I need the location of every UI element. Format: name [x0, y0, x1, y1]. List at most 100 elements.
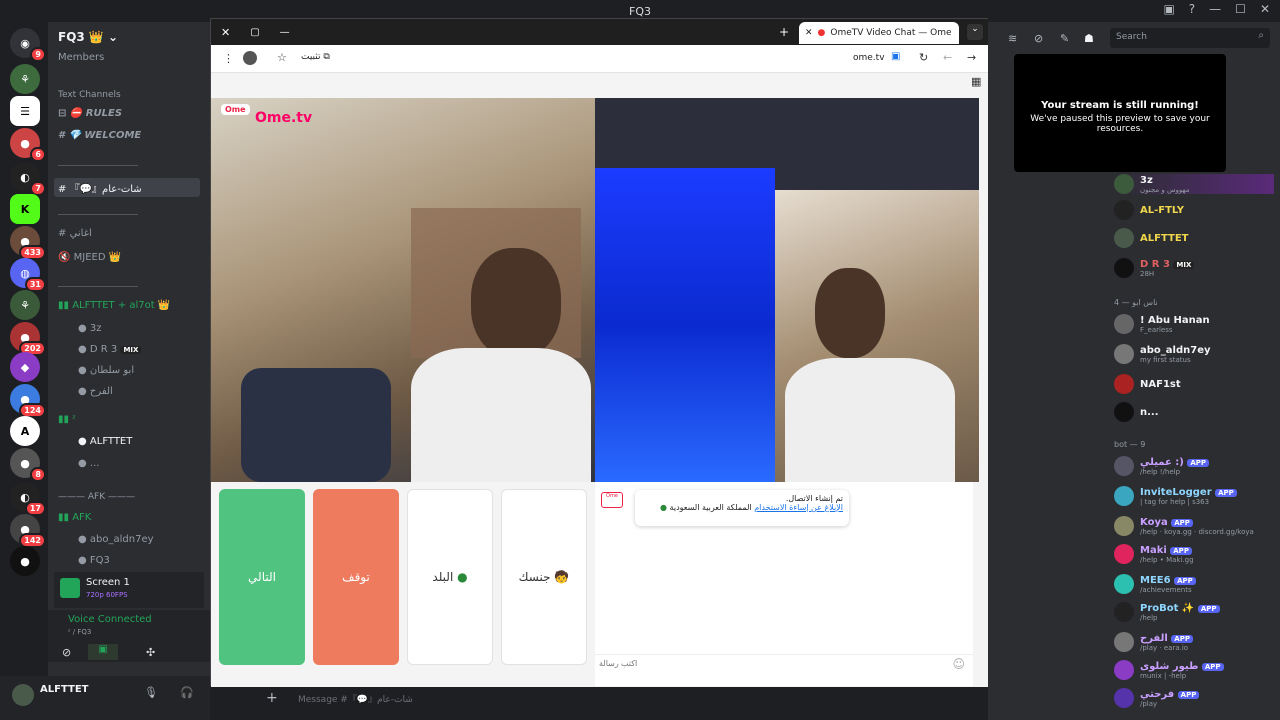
emoji-icon[interactable]: ☺ — [952, 657, 965, 671]
voice-channel-2[interactable]: ▮▮ ᶻ — [58, 414, 76, 425]
server-icon[interactable]: ◍ 31 — [10, 258, 46, 292]
inbox-icon[interactable]: ▣ — [1163, 2, 1174, 16]
bot-item[interactable]: عميلي :) APP/help !/help — [1114, 456, 1210, 476]
menu-icon[interactable]: ⋮ — [223, 52, 234, 65]
microphone-icon[interactable]: 🎙 — [144, 686, 158, 699]
server-icon[interactable]: ● 6 — [10, 128, 46, 162]
pin-icon[interactable]: ✎ — [1060, 32, 1069, 45]
bot-item[interactable]: Koya APP/help · koya.gg · discord.gg/koy… — [1114, 516, 1254, 536]
member-item[interactable]: ! Abu Hanan F_earless — [1114, 314, 1210, 334]
report-abuse-link[interactable]: الإبلاغ عن إساءة الاستخدام — [754, 503, 843, 512]
tab-ometv[interactable]: ✕ ● OmeTV Video Chat — Ome — [799, 22, 959, 44]
message-input[interactable]: Message #『💬』شات-عام — [298, 692, 413, 705]
server-icon[interactable]: ● 142 — [10, 514, 46, 548]
channel-general[interactable]: # 『💬』شات-عام — [54, 178, 200, 197]
restore-icon[interactable]: ▢ — [250, 27, 259, 38]
avatar[interactable] — [12, 684, 34, 706]
members-toggle-icon[interactable]: ☗ — [1084, 32, 1094, 45]
server-name[interactable]: FQ3 👑 ⌄ — [58, 30, 118, 44]
channel-rules[interactable]: ⊟ ⛔ RULES — [58, 108, 122, 119]
maximize-button[interactable]: ☐ — [1235, 2, 1246, 16]
server-icon[interactable]: ● 124 — [10, 384, 46, 418]
profile-icon[interactable] — [243, 51, 257, 65]
voice-user[interactable]: ● abo_aldn7ey — [78, 534, 154, 545]
url-field[interactable]: ome.tv — [853, 53, 885, 63]
screen-share-panel[interactable]: Screen 1 720p 60FPS — [54, 572, 204, 608]
member-item[interactable]: 3z مهووس و مجنون — [1114, 174, 1274, 194]
close-button[interactable]: ✕ — [1260, 2, 1270, 16]
channel-welcome[interactable]: # 💎 WELCOME — [58, 130, 141, 141]
close-tab-icon[interactable]: ✕ — [805, 28, 813, 38]
server-icon[interactable]: ⚘ — [10, 64, 40, 94]
voice-connected-label[interactable]: Voice Connected — [68, 614, 152, 625]
bookmark-star-icon[interactable]: ☆ — [277, 51, 287, 64]
server-icon[interactable]: ● 202 — [10, 322, 46, 356]
minimize-button[interactable]: — — [1209, 2, 1221, 16]
help-icon[interactable]: ? — [1189, 2, 1195, 16]
close-icon[interactable]: ✕ — [221, 26, 230, 39]
voice-channel-1[interactable]: ▮▮ ALFTTET + al7ot 👑 — [58, 300, 170, 311]
reload-icon[interactable]: ↻ — [919, 51, 928, 64]
camera-off-icon[interactable]: ⊘ — [62, 646, 71, 659]
minimize-icon[interactable]: — — [280, 27, 290, 38]
server-icon[interactable]: ● 433 — [10, 226, 46, 260]
search-field[interactable]: Search ⌕ — [1110, 28, 1270, 48]
next-button[interactable]: التالي — [219, 489, 305, 665]
new-tab-button[interactable]: + — [779, 25, 789, 39]
add-attachment-icon[interactable]: + — [266, 690, 278, 706]
voice-user[interactable]: ● FQ3 — [78, 555, 110, 566]
chat-input[interactable] — [599, 659, 939, 668]
bot-item[interactable]: ProBot ✨ APP/help — [1114, 602, 1220, 622]
member-item[interactable]: ALFTTET — [1114, 228, 1188, 248]
tab-list-icon[interactable]: ⌄ — [967, 24, 983, 40]
share-screen-icon[interactable]: ▣ — [88, 644, 118, 660]
back-icon[interactable]: → — [967, 51, 976, 64]
pin-button[interactable]: تثبيت ⧉ — [301, 52, 330, 62]
stop-button[interactable]: توقف — [313, 489, 399, 665]
bot-item[interactable]: InviteLogger APP | tag for help | s363 — [1114, 486, 1237, 506]
voice-user[interactable]: ● D R 3 MIX — [78, 344, 142, 355]
voice-user[interactable]: ● ALFTTET — [78, 436, 132, 447]
server-icon[interactable]: ● — [10, 546, 40, 576]
server-icon[interactable]: ◐ 7 — [10, 162, 46, 196]
member-item[interactable]: n... — [1114, 402, 1159, 422]
voice-user[interactable]: ● ابو سلطان — [78, 365, 134, 376]
headphones-icon[interactable]: 🎧 — [180, 686, 194, 699]
member-item[interactable]: D R 3 MIX 28H — [1114, 258, 1195, 278]
mute-icon[interactable]: ⊘ — [1034, 32, 1043, 45]
member-item[interactable]: NAF1st — [1114, 374, 1181, 394]
server-icon[interactable]: ◆ — [10, 352, 40, 382]
bot-item[interactable]: Maki APP/help • Maki.gg — [1114, 544, 1194, 564]
camera-indicator-icon[interactable]: ▣ — [891, 51, 900, 62]
server-icon[interactable]: ● 8 — [10, 448, 46, 482]
member-item[interactable]: AL-FTLY — [1114, 200, 1184, 220]
voice-user[interactable]: ● 3z — [78, 323, 102, 334]
server-icon[interactable]: A — [10, 416, 40, 446]
bot-item[interactable]: الفرح APP/play · eara.io — [1114, 632, 1193, 652]
member-item[interactable]: abo_aldn7ey my first status — [1114, 344, 1211, 364]
category-text-channels[interactable]: Text Channels — [58, 90, 121, 100]
threads-icon[interactable]: ≋ — [1008, 32, 1017, 45]
avatar — [1114, 374, 1134, 394]
bot-item[interactable]: MEE6 APP/achievements — [1114, 574, 1196, 594]
voice-channel-afk[interactable]: ▮▮ AFK — [58, 512, 91, 523]
voice-user[interactable]: ● ... — [78, 458, 99, 469]
chat-panel: Ome تم إنشاء الاتصال. الإبلاغ عن إساءة ا… — [595, 482, 973, 686]
discord-home-icon[interactable]: ◉ 9 — [10, 28, 46, 62]
forward-icon[interactable]: ← — [943, 51, 952, 64]
server-icon[interactable]: ⚘ — [10, 290, 40, 320]
channel-mjeed[interactable]: 🔇 MJEED 👑 — [58, 252, 121, 263]
category-afk[interactable]: ——— AFK ——— — [58, 492, 135, 502]
kick-server-icon[interactable]: K — [10, 194, 40, 224]
bot-item[interactable]: طيور شلوى APP munix | -help — [1114, 660, 1224, 680]
server-fq3-icon[interactable]: ☰ — [10, 96, 40, 126]
voice-user[interactable]: ● الفرح — [78, 386, 113, 397]
country-selector[interactable]: البلد ● — [407, 489, 493, 665]
server-icon[interactable]: ◐ 17 — [10, 482, 46, 516]
apps-grid-icon[interactable]: ▦ — [971, 75, 981, 88]
members-item[interactable]: Members — [58, 52, 104, 63]
bot-item[interactable]: فرحتي APP/play — [1114, 688, 1200, 708]
channel-a3ani[interactable]: # اغاني — [58, 228, 92, 239]
activities-icon[interactable]: ✣ — [146, 646, 155, 659]
gender-selector[interactable]: جنسك 🧒 — [501, 489, 587, 665]
